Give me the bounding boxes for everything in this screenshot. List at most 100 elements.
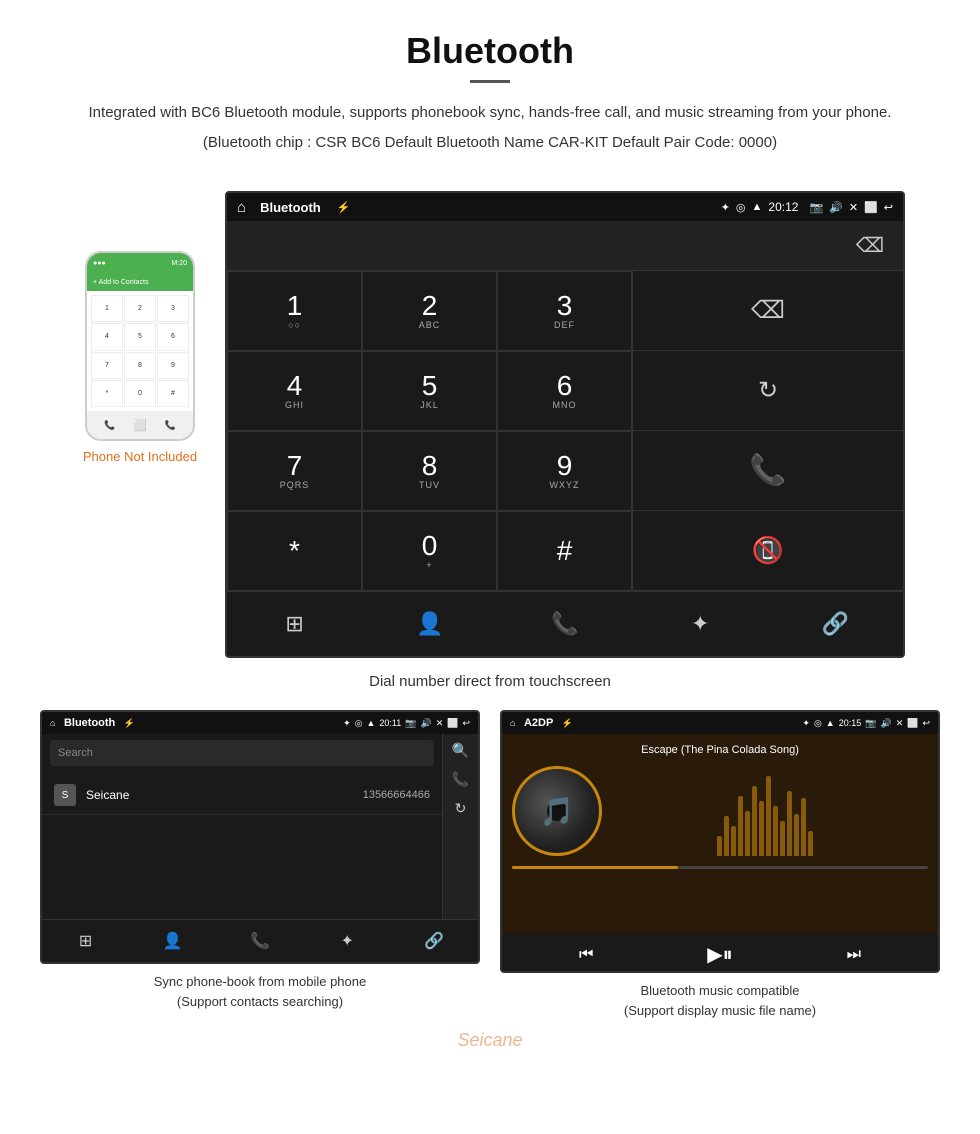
header-description: Integrated with BC6 Bluetooth module, su…	[60, 101, 920, 125]
pb-back-icon[interactable]: ↩	[462, 718, 470, 729]
bottom-screens-area: ⌂ Bluetooth ⚡ ✦ ◎ ▲ 20:11 📷 🔊 ✕ ⬜ ↩	[0, 710, 980, 1020]
music-content: Escape (The Pina Colada Song) 🎵	[502, 734, 938, 934]
close-icon[interactable]: ✕	[849, 201, 858, 214]
music-title: A2DP	[524, 717, 553, 729]
status-bar: ⌂ Bluetooth ⚡ ✦ ◎ ▲ 20:12 📷 🔊 ✕ ⬜ ↩	[227, 193, 903, 221]
pb-refresh-action-icon[interactable]: ↻	[455, 800, 467, 817]
backspace-button[interactable]: ⌫	[852, 228, 888, 264]
pb-window-icon[interactable]: ⬜	[447, 718, 458, 729]
search-placeholder: Search	[58, 747, 93, 759]
music-controls: ⏮ ▶⏸ ⏭	[502, 934, 938, 971]
music-status-bar: ⌂ A2DP ⚡ ✦ ◎ ▲ 20:15 📷 🔊 ✕ ⬜ ↩	[502, 712, 938, 734]
pb-phone-action-icon[interactable]: 📞	[452, 771, 469, 788]
contact-list: S Seicane 13566664466	[42, 772, 442, 819]
pb-volume-icon[interactable]: 🔊	[420, 718, 431, 729]
dial-key-1[interactable]: 1 ○○	[227, 271, 362, 351]
end-call-button[interactable]: 📵	[633, 511, 903, 591]
dialpad-body: 1 ○○ 2 ABC 3 DEF 4 GHI 5 JKL	[227, 271, 903, 591]
eq-visualizer	[602, 766, 928, 856]
album-artwork: 🎵	[512, 766, 602, 856]
pb-close-icon[interactable]: ✕	[436, 718, 444, 729]
refresh-button[interactable]: ↻	[633, 351, 903, 431]
main-caption: Dial number direct from touchscreen	[0, 673, 980, 690]
music-android-screen: ⌂ A2DP ⚡ ✦ ◎ ▲ 20:15 📷 🔊 ✕ ⬜ ↩	[500, 710, 940, 973]
pb-search-action-icon[interactable]: 🔍	[452, 742, 469, 759]
music-window-icon[interactable]: ⬜	[907, 718, 918, 729]
bluetooth-status-icon: ✦	[721, 201, 730, 214]
bluetooth-icon[interactable]: ✦	[675, 602, 725, 646]
dial-key-9[interactable]: 9 WXYZ	[497, 431, 632, 511]
dial-key-4[interactable]: 4 GHI	[227, 351, 362, 431]
phone-screen: 1 2 3 4 5 6 7 8 9 * 0 #	[87, 291, 193, 411]
dialpad-icon[interactable]: ⊞	[270, 602, 320, 646]
music-camera-icon[interactable]: 📷	[865, 718, 876, 729]
music-close-icon[interactable]: ✕	[896, 718, 904, 729]
page-title: Bluetooth	[60, 30, 920, 72]
back-icon[interactable]: ↩	[884, 201, 893, 214]
prev-track-button[interactable]: ⏮	[579, 946, 593, 964]
pb-link-icon[interactable]: 🔗	[416, 926, 452, 956]
phone-not-included-label: Phone Not Included	[83, 449, 197, 464]
music-home-icon[interactable]: ⌂	[510, 718, 515, 728]
bluetooth-specs: (Bluetooth chip : CSR BC6 Default Blueto…	[60, 131, 920, 155]
home-icon[interactable]: ⌂	[237, 199, 246, 216]
phone-image: ●●● M:20 + Add to Contacts 1 2 3 4 5 6 7…	[85, 251, 195, 441]
progress-bar	[512, 866, 928, 869]
contact-avatar: S	[54, 784, 76, 806]
dial-key-5[interactable]: 5 JKL	[362, 351, 497, 431]
music-note-icon: 🎵	[540, 795, 575, 828]
phonebook-status-bar: ⌂ Bluetooth ⚡ ✦ ◎ ▲ 20:11 📷 🔊 ✕ ⬜ ↩	[42, 712, 478, 734]
phonebook-home-icon[interactable]: ⌂	[50, 718, 55, 728]
phone-bottom-bar: 📞 ⬜ 📞	[87, 411, 193, 439]
phonebook-screen-block: ⌂ Bluetooth ⚡ ✦ ◎ ▲ 20:11 📷 🔊 ✕ ⬜ ↩	[40, 710, 480, 1020]
pb-grid-icon[interactable]: ⊞	[68, 926, 104, 956]
phonebook-caption: Sync phone-book from mobile phone (Suppo…	[154, 972, 366, 1011]
delete-button[interactable]: ⌫	[633, 271, 903, 351]
main-android-screen: ⌂ Bluetooth ⚡ ✦ ◎ ▲ 20:12 📷 🔊 ✕ ⬜ ↩ ⌫	[225, 191, 905, 658]
contact-number: 13566664466	[363, 789, 430, 801]
dial-key-star[interactable]: *	[227, 511, 362, 591]
time-display: 20:12	[768, 200, 798, 214]
pb-phone-icon[interactable]: 📞	[242, 926, 278, 956]
dial-key-6[interactable]: 6 MNO	[497, 351, 632, 431]
dial-key-hash[interactable]: #	[497, 511, 632, 591]
pb-camera-icon[interactable]: 📷	[405, 718, 416, 729]
page-header: Bluetooth Integrated with BC6 Bluetooth …	[0, 0, 980, 171]
contacts-icon[interactable]: 👤	[405, 602, 455, 646]
progress-fill	[512, 866, 678, 869]
pb-contacts-icon[interactable]: 👤	[155, 926, 191, 956]
link-icon[interactable]: 🔗	[810, 602, 860, 646]
phonebook-bottom-bar: ⊞ 👤 📞 ✦ 🔗	[42, 919, 478, 962]
header-divider	[470, 80, 510, 83]
dial-key-7[interactable]: 7 PQRS	[227, 431, 362, 511]
phonebook-android-screen: ⌂ Bluetooth ⚡ ✦ ◎ ▲ 20:11 📷 🔊 ✕ ⬜ ↩	[40, 710, 480, 964]
music-back-icon[interactable]: ↩	[922, 718, 930, 729]
dial-key-0[interactable]: 0 +	[362, 511, 497, 591]
music-usb-icon: ⚡	[562, 718, 573, 728]
phone-icon[interactable]: 📞	[540, 602, 590, 646]
phone-top-bar: ●●● M:20	[87, 253, 193, 273]
dial-right-actions: ⌫ ↻ 📞 📵	[632, 271, 903, 591]
music-volume-icon[interactable]: 🔊	[880, 718, 891, 729]
main-screenshot-area: ●●● M:20 + Add to Contacts 1 2 3 4 5 6 7…	[0, 171, 980, 663]
call-button[interactable]: 📞	[633, 431, 903, 511]
pb-bluetooth-icon[interactable]: ✦	[329, 926, 365, 956]
signal-icon: ▲	[752, 201, 763, 213]
camera-icon[interactable]: 📷	[809, 201, 823, 214]
dial-key-3[interactable]: 3 DEF	[497, 271, 632, 351]
search-bar[interactable]: Search	[50, 740, 434, 766]
window-icon[interactable]: ⬜	[864, 201, 878, 214]
dialpad-display: ⌫	[227, 221, 903, 271]
dial-key-2[interactable]: 2 ABC	[362, 271, 497, 351]
play-pause-button[interactable]: ▶⏸	[707, 942, 732, 967]
volume-icon[interactable]: 🔊	[829, 201, 843, 214]
screen-title: Bluetooth	[260, 200, 321, 215]
next-track-button[interactable]: ⏭	[847, 946, 861, 964]
phone-aside: ●●● M:20 + Add to Contacts 1 2 3 4 5 6 7…	[75, 191, 205, 464]
dial-key-8[interactable]: 8 TUV	[362, 431, 497, 511]
contact-row[interactable]: S Seicane 13566664466	[42, 776, 442, 815]
watermark: Seicane	[0, 1030, 980, 1051]
song-title: Escape (The Pina Colada Song)	[641, 744, 799, 756]
usb-icon: ⚡	[337, 201, 351, 214]
phonebook-usb-icon: ⚡	[124, 718, 135, 728]
